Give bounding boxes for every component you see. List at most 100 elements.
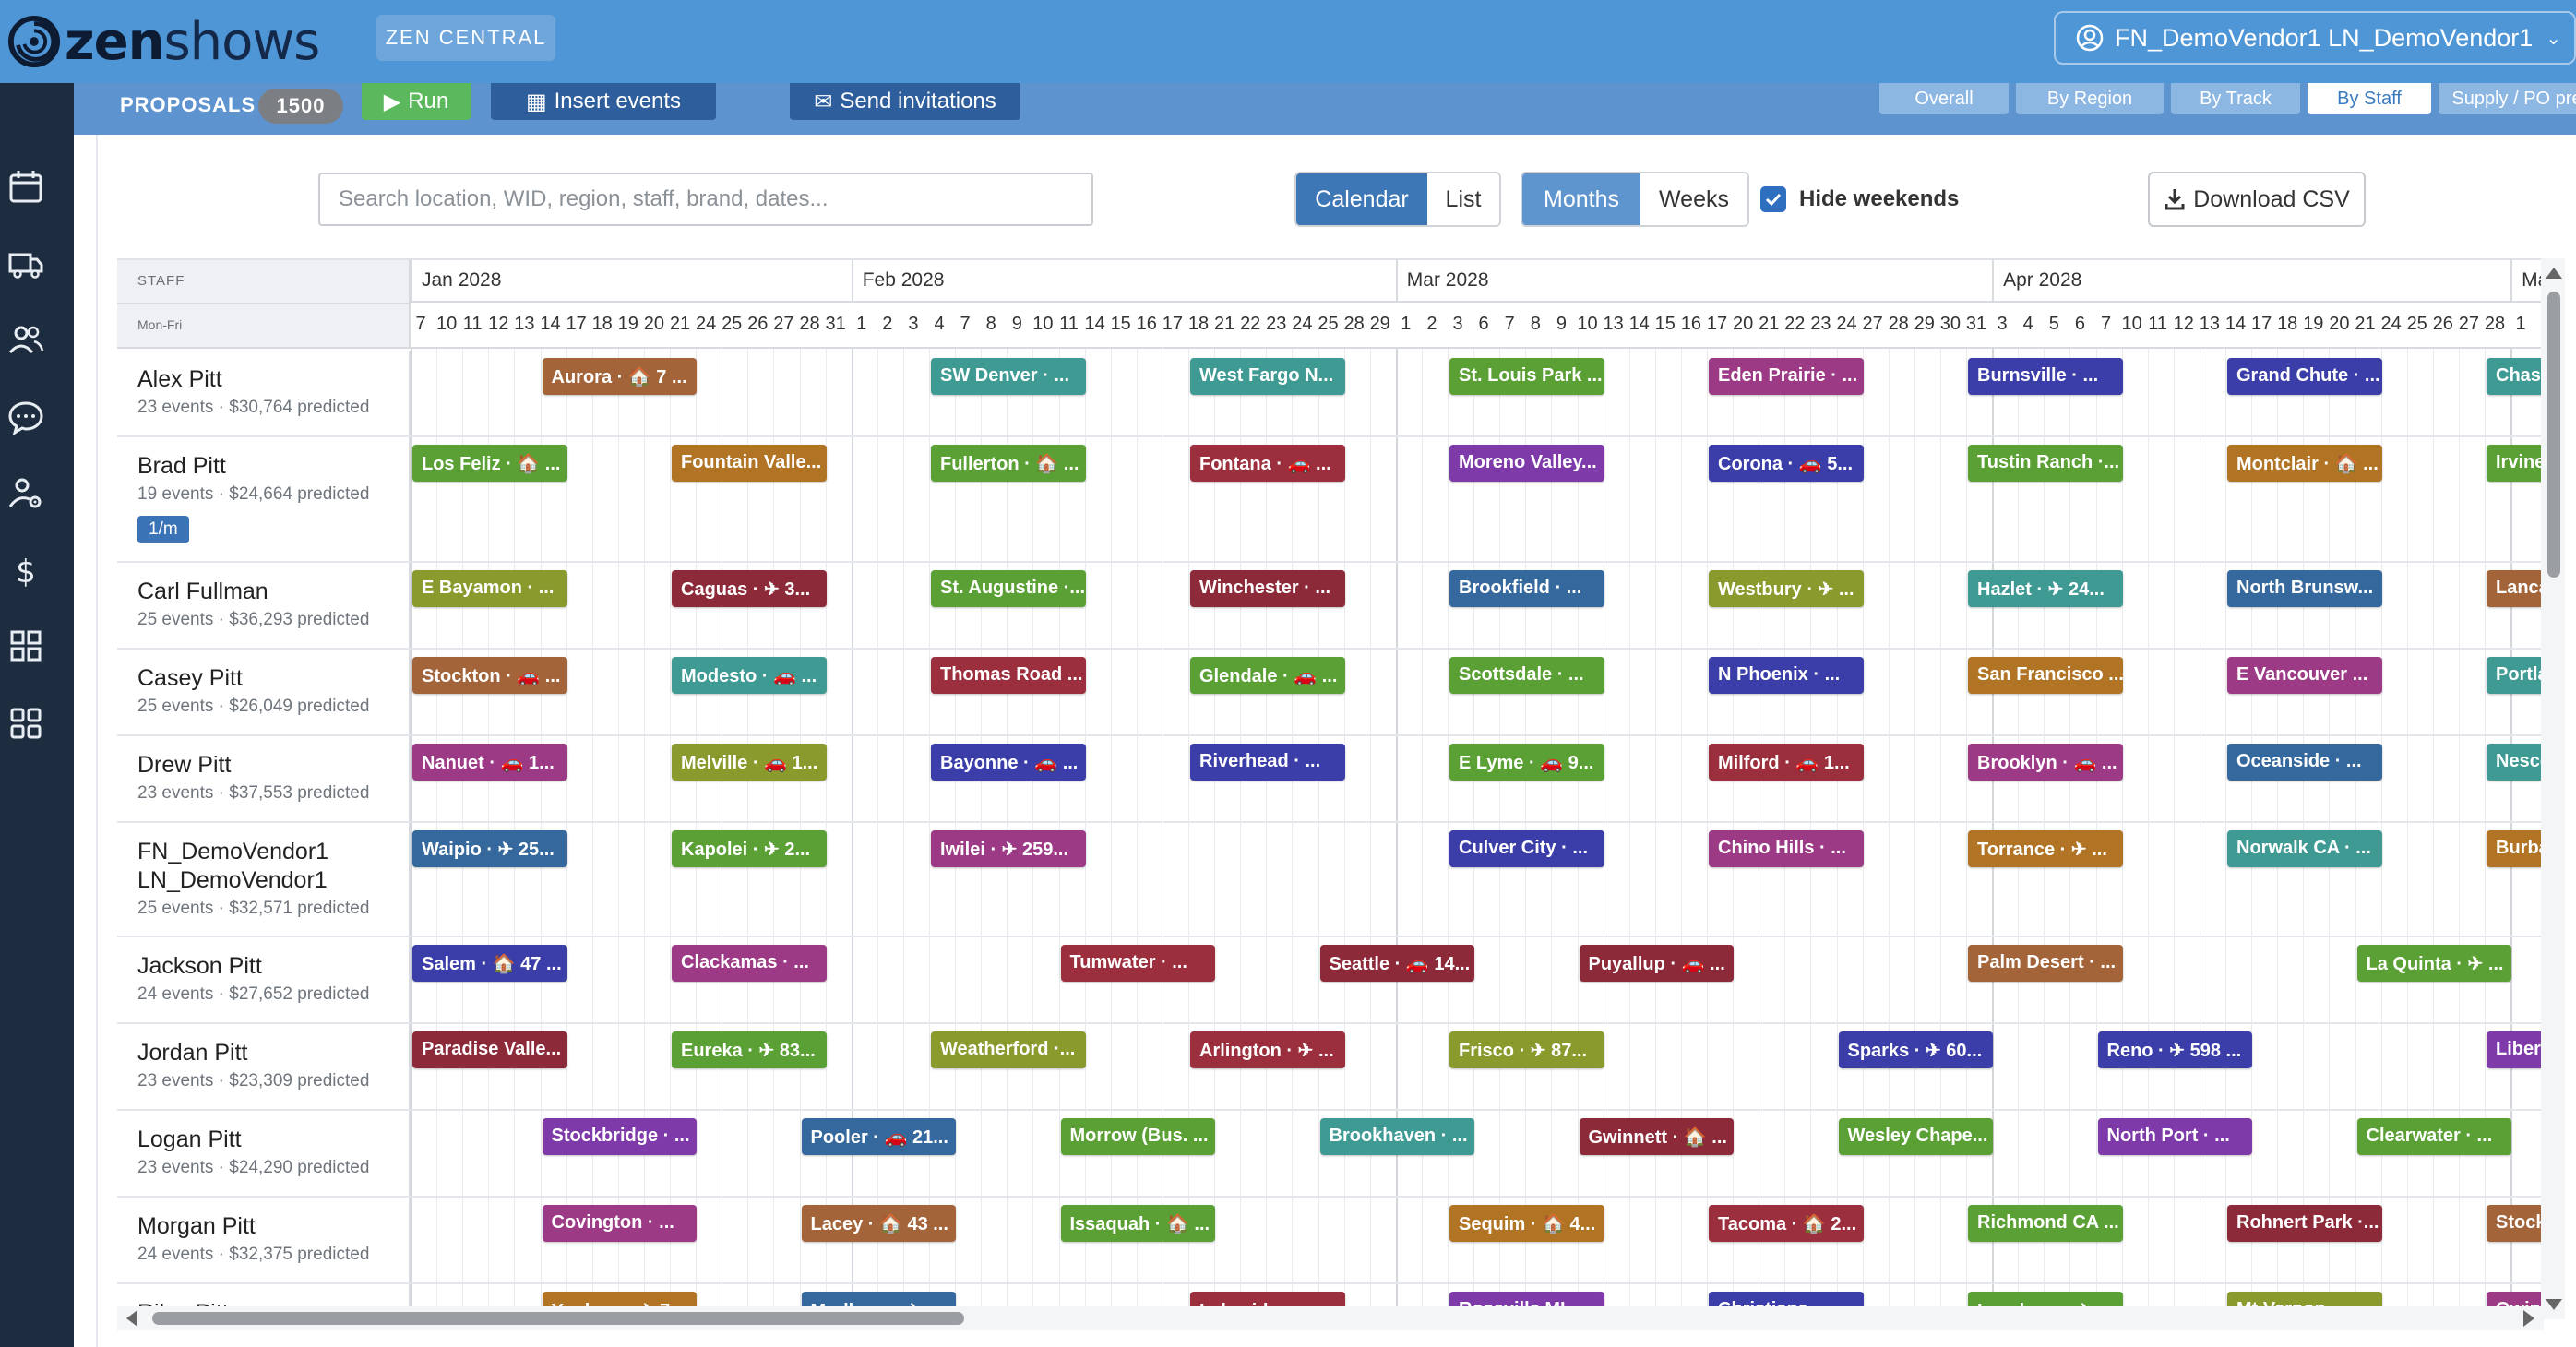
event-chip[interactable]: Winchester · ... — [1190, 570, 1345, 607]
scroll-down-icon[interactable] — [2546, 1299, 2562, 1310]
event-chip[interactable]: Palm Desert · ... — [1968, 945, 2123, 982]
event-chip[interactable]: Moreno Valley... — [1449, 445, 1604, 482]
event-chip[interactable]: Montclair · 🏠 ... — [2227, 445, 2382, 482]
event-chip[interactable]: Eureka · ✈ 83... — [672, 1031, 827, 1068]
event-chip[interactable]: Melville · 🚗 1... — [672, 744, 827, 781]
dollar-icon[interactable]: $ — [7, 552, 44, 590]
event-chip[interactable]: West Fargo N... — [1190, 358, 1345, 395]
search-input[interactable] — [318, 173, 1093, 226]
run-button[interactable]: ▶ Run — [362, 83, 471, 120]
scroll-up-icon[interactable] — [2546, 268, 2562, 279]
event-chip[interactable]: Nanuet · 🚗 1... — [412, 744, 567, 781]
tab-overall[interactable]: Overall — [1879, 83, 2009, 114]
staff-info[interactable]: Carl Fullman 25 events · $36,293 predicte… — [117, 563, 411, 648]
event-chip[interactable]: Thomas Road ... — [931, 657, 1086, 694]
event-chip[interactable]: Stockton · 🚗 ... — [412, 657, 567, 694]
list-view-button[interactable]: List — [1427, 173, 1499, 225]
event-chip[interactable]: E Vancouver ... — [2227, 657, 2382, 694]
event-chip[interactable]: E Bayamon · ... — [412, 570, 567, 607]
event-chip[interactable]: Brookfield · ... — [1449, 570, 1604, 607]
event-chip[interactable]: Tacoma · 🏠 2... — [1709, 1205, 1864, 1242]
event-chip[interactable]: Puyallup · 🚗 ... — [1579, 945, 1735, 982]
event-chip[interactable]: Caguas · ✈ 3... — [672, 570, 827, 607]
staff-info[interactable]: Jackson Pitt 24 events · $27,652 predicte… — [117, 937, 411, 1022]
event-chip[interactable]: Eden Prairie · ... — [1709, 358, 1864, 395]
user-gear-icon[interactable] — [7, 474, 44, 511]
event-chip[interactable]: Oceanside · ... — [2227, 744, 2382, 781]
event-chip[interactable]: N Phoenix · ... — [1709, 657, 1864, 694]
event-chip[interactable]: Portland · ... — [2487, 657, 2544, 694]
horizontal-scroll-thumb[interactable] — [152, 1312, 964, 1325]
event-chip[interactable]: Aurora · 🏠 7 ... — [542, 358, 698, 395]
event-chip[interactable]: Covington · ... — [542, 1205, 698, 1242]
event-chip[interactable]: Weatherford ·... — [931, 1031, 1086, 1068]
event-chip[interactable]: Culver City · ... — [1449, 830, 1604, 867]
tab-supply-po-preview[interactable]: Supply / PO preview — [2439, 83, 2576, 114]
event-chip[interactable]: Riverhead · ... — [1190, 744, 1345, 781]
tab-by-staff[interactable]: By Staff — [2308, 83, 2431, 114]
event-chip[interactable]: Brooklyn · 🚗 ... — [1968, 744, 2123, 781]
event-chip[interactable]: Iwilei · ✈ 259... — [931, 830, 1086, 867]
event-chip[interactable]: Frisco · ✈ 87... — [1449, 1031, 1604, 1068]
scroll-left-icon[interactable] — [126, 1310, 137, 1327]
event-chip[interactable]: Reno · ✈ 598 ... — [2097, 1031, 2253, 1068]
horizontal-scrollbar[interactable] — [117, 1306, 2544, 1330]
event-chip[interactable]: Gwinnett · 🏠 ... — [1579, 1118, 1735, 1155]
tab-by-track[interactable]: By Track — [2171, 83, 2300, 114]
event-chip[interactable]: Irvine · ... — [2487, 445, 2544, 482]
tab-by-region[interactable]: By Region — [2016, 83, 2164, 114]
event-chip[interactable]: Sequim · 🏠 4... — [1449, 1205, 1604, 1242]
scroll-right-icon[interactable] — [2523, 1310, 2534, 1327]
event-chip[interactable]: Stockton · ... — [2487, 1205, 2544, 1242]
event-chip[interactable]: Richmond CA ... — [1968, 1205, 2123, 1242]
event-chip[interactable]: St. Louis Park ... — [1449, 358, 1604, 395]
event-chip[interactable]: Pooler · 🚗 21... — [801, 1118, 957, 1155]
event-chip[interactable]: Torrance · ✈ ... — [1968, 830, 2123, 867]
vertical-scrollbar[interactable] — [2541, 258, 2565, 1319]
event-chip[interactable]: Nesconset · ... — [2487, 744, 2544, 781]
hide-weekends-toggle[interactable]: Hide weekends — [1760, 185, 1959, 214]
grid-icon[interactable] — [7, 627, 44, 664]
event-chip[interactable]: Westbury · ✈ ... — [1709, 570, 1864, 607]
event-chip[interactable]: Sparks · ✈ 60... — [1838, 1031, 1994, 1068]
event-chip[interactable]: Waipio · ✈ 25... — [412, 830, 567, 867]
staff-info[interactable]: Jordan Pitt 23 events · $23,309 predicted — [117, 1024, 411, 1109]
truck-icon[interactable] — [7, 245, 44, 282]
event-chip[interactable]: North Port · ... — [2097, 1118, 2253, 1155]
event-chip[interactable]: Chino Hills · ... — [1709, 830, 1864, 867]
calendar-view-button[interactable]: Calendar — [1296, 173, 1427, 225]
event-chip[interactable]: Hazlet · ✈ 24... — [1968, 570, 2123, 607]
chat-icon[interactable] — [7, 399, 44, 436]
event-chip[interactable]: Tumwater · ... — [1060, 945, 1216, 982]
event-chip[interactable]: Morrow (Bus. ... — [1060, 1118, 1216, 1155]
event-chip[interactable]: Bayonne · 🚗 ... — [931, 744, 1086, 781]
send-invitations-button[interactable]: ✉ Send invitations — [790, 83, 1020, 120]
event-chip[interactable]: Chaska · ... — [2487, 358, 2544, 395]
staff-info[interactable]: FN_DemoVendor1 LN_DemoVendor1 25 events ·… — [117, 823, 411, 936]
vertical-scroll-thumb[interactable] — [2547, 292, 2560, 578]
event-chip[interactable]: Glendale · 🚗 ... — [1190, 657, 1345, 694]
staff-info[interactable]: Casey Pitt 25 events · $26,049 predicted — [117, 650, 411, 734]
users-icon[interactable] — [7, 321, 44, 358]
staff-info[interactable]: Drew Pitt 23 events · $37,553 predicted — [117, 736, 411, 821]
calendar-icon[interactable] — [7, 168, 44, 205]
event-chip[interactable]: Lancaster · ... — [2487, 570, 2544, 607]
event-chip[interactable]: Los Feliz · 🏠 ... — [412, 445, 567, 482]
event-chip[interactable]: E Lyme · 🚗 9... — [1449, 744, 1604, 781]
event-chip[interactable]: Rohnert Park ·... — [2227, 1205, 2382, 1242]
user-menu[interactable]: FN_DemoVendor1 LN_DemoVendor1 ⌄ — [2054, 11, 2576, 65]
event-chip[interactable]: Corona · 🚗 5... — [1709, 445, 1864, 482]
event-chip[interactable]: Fontana · 🚗 ... — [1190, 445, 1345, 482]
download-csv-button[interactable]: Download CSV — [2148, 172, 2366, 227]
zen-central-button[interactable]: ZEN CENTRAL — [376, 15, 555, 61]
event-chip[interactable]: Fountain Valle... — [672, 445, 827, 482]
event-chip[interactable]: SW Denver · ... — [931, 358, 1086, 395]
hide-weekends-checkbox[interactable] — [1760, 186, 1786, 212]
event-chip[interactable]: Liberty · ... — [2487, 1031, 2544, 1068]
event-chip[interactable]: Kapolei · ✈ 2... — [672, 830, 827, 867]
event-chip[interactable]: Brookhaven · ... — [1319, 1118, 1475, 1155]
event-chip[interactable]: Paradise Valle... — [412, 1031, 567, 1068]
months-button[interactable]: Months — [1522, 173, 1640, 225]
staff-info[interactable]: Alex Pitt 23 events · $30,764 predicted — [117, 351, 411, 435]
event-chip[interactable]: San Francisco ... — [1968, 657, 2123, 694]
